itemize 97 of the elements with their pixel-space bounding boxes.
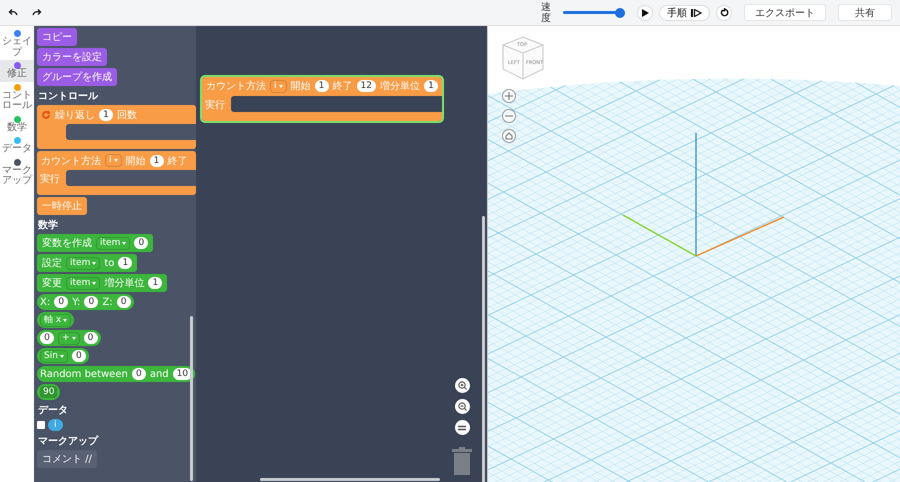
block-label: 一時停止 xyxy=(42,200,82,213)
block-label: 増分単位 xyxy=(380,80,420,93)
number-input[interactable]: 0 xyxy=(54,296,68,308)
block-label: 変更 xyxy=(42,276,62,290)
number-input[interactable]: 1 xyxy=(314,80,329,92)
block-label: 終了 xyxy=(332,80,353,93)
block-label: 増分単位 xyxy=(104,276,144,290)
speed-slider[interactable] xyxy=(563,8,625,18)
loop-block[interactable]: 繰り返し 1 回数 xyxy=(37,105,196,149)
step-button[interactable]: 手順 xyxy=(659,4,710,20)
zoom-out-button[interactable] xyxy=(454,399,470,414)
step-icon xyxy=(691,8,702,16)
reporter-block[interactable]: 0 + 0 xyxy=(37,330,101,346)
number-input[interactable]: 1 xyxy=(99,108,113,120)
scrollbar[interactable] xyxy=(482,216,485,482)
block-label: 変数を作成 xyxy=(42,236,92,250)
category-tab[interactable]: マークアップ xyxy=(0,156,34,188)
code-block[interactable]: カラーを設定 xyxy=(37,48,107,66)
reporter-block[interactable]: 90 xyxy=(37,384,60,400)
number-field[interactable]: 90 xyxy=(40,386,58,398)
block-label: カウント方法 xyxy=(206,80,266,93)
equals-icon xyxy=(458,424,466,430)
number-input[interactable]: 12 xyxy=(356,80,376,92)
block-label: 実行 xyxy=(40,172,60,186)
share-button[interactable]: 共有 xyxy=(838,4,892,21)
play-icon xyxy=(641,8,649,16)
block-label: 終了 xyxy=(168,154,188,168)
loop-arrow-icon xyxy=(41,110,51,120)
reporter-block[interactable]: Sin 0 xyxy=(37,348,89,364)
block-label: X: xyxy=(40,296,50,308)
code-block[interactable]: 設定 item to 1 xyxy=(37,254,138,272)
home-icon xyxy=(505,132,513,140)
category-tab[interactable]: 修正 xyxy=(0,60,34,82)
undo-icon[interactable] xyxy=(8,8,18,16)
checkbox[interactable] xyxy=(37,421,45,429)
play-button[interactable] xyxy=(637,4,653,20)
reset-icon xyxy=(720,8,728,17)
plus-icon xyxy=(505,92,513,100)
block-label: Z: xyxy=(102,296,113,308)
zoom-in-button[interactable] xyxy=(502,89,516,103)
number-input[interactable]: 0 xyxy=(40,332,54,344)
block-label: 実行 xyxy=(205,98,225,112)
number-input[interactable]: 1 xyxy=(424,80,438,92)
number-input[interactable]: 0 xyxy=(116,296,131,308)
minus-icon xyxy=(505,115,513,117)
block-label: 繰り返し xyxy=(55,108,95,122)
speed-label: 速度 xyxy=(541,2,551,24)
number-input[interactable]: 1 xyxy=(150,154,164,166)
block-label: 開始 xyxy=(126,154,146,168)
trash-icon[interactable] xyxy=(452,447,472,475)
reset-zoom-button[interactable] xyxy=(454,420,470,435)
number-input[interactable]: 0 xyxy=(84,332,98,344)
number-input[interactable]: 1 xyxy=(118,257,132,269)
block-label: カラーを設定 xyxy=(42,50,102,64)
number-input[interactable]: 0 xyxy=(134,237,148,249)
cube-drawing xyxy=(502,36,544,80)
number-input[interactable]: 0 xyxy=(84,296,98,308)
block-label: コメント // xyxy=(42,453,92,466)
block-label: カウント方法 xyxy=(41,154,101,168)
export-button[interactable]: エクスポート xyxy=(744,4,826,21)
code-block[interactable]: コピー xyxy=(37,28,77,46)
number-input[interactable]: 10 xyxy=(172,368,192,380)
zoom-in-icon xyxy=(458,381,466,390)
block-label: 回数 xyxy=(117,108,137,122)
section-heading: コントロール xyxy=(38,90,100,103)
code-block[interactable]: 変更 item 増分単位 1 xyxy=(37,274,168,292)
loop-block[interactable]: カウント方法 i 開始 1 終了 実行 xyxy=(37,151,196,195)
category-tab[interactable]: 数学 xyxy=(0,114,34,135)
scrollbar[interactable] xyxy=(190,316,193,481)
category-tab[interactable]: データ xyxy=(0,135,34,156)
code-block[interactable]: 変数を作成 item 0 xyxy=(37,234,154,252)
code-block[interactable]: グループを作成 xyxy=(37,68,117,86)
section-heading: マークアップ xyxy=(38,434,100,448)
redo-icon[interactable] xyxy=(32,8,42,16)
block-label: 開始 xyxy=(290,80,311,93)
loop-block[interactable]: カウント方法 i 開始 1 終了 12 増分単位 1 実行 xyxy=(202,76,442,120)
block-label: Random between xyxy=(40,368,128,380)
block-label: and xyxy=(150,368,169,380)
zoom-out-icon xyxy=(458,402,466,411)
category-tab[interactable]: コントロール xyxy=(0,82,34,114)
block-label: グループを作成 xyxy=(42,70,112,84)
section-heading: 数学 xyxy=(38,218,59,232)
reporter-block[interactable]: Random between 0 and 10 xyxy=(37,366,196,382)
block-label: 設定 xyxy=(42,256,62,270)
block-label: コピー xyxy=(42,31,72,44)
block-label: Y: xyxy=(72,296,80,308)
number-input[interactable]: 1 xyxy=(148,277,162,289)
category-tab[interactable]: シェイプ xyxy=(0,28,34,60)
scrollbar[interactable] xyxy=(260,478,440,481)
zoom-in-button[interactable] xyxy=(454,378,470,393)
section-heading: データ xyxy=(38,404,69,417)
reset-button[interactable] xyxy=(716,4,732,20)
block-label: to xyxy=(104,258,114,268)
code-block[interactable]: コメント // xyxy=(37,450,97,468)
number-input[interactable]: 0 xyxy=(132,368,146,380)
number-input[interactable]: 0 xyxy=(72,350,86,362)
reporter-block[interactable]: X: 0 Y: 0 Z: 0 xyxy=(37,294,134,310)
